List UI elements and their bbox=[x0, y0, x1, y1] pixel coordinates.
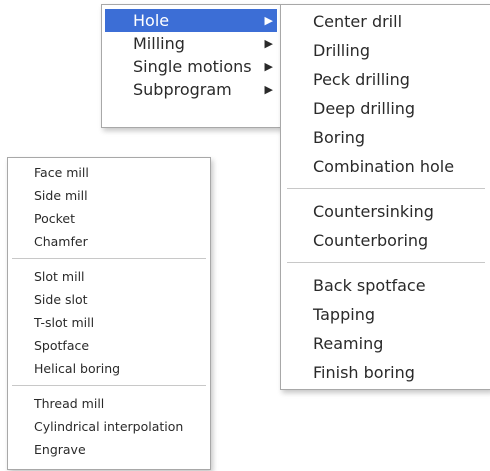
menu-separator bbox=[287, 188, 485, 189]
menu-separator bbox=[12, 385, 206, 386]
menu-separator bbox=[287, 262, 485, 263]
menu-item-pocket[interactable]: Pocket bbox=[8, 207, 210, 230]
menu-item-cylindrical-interpolation[interactable]: Cylindrical interpolation bbox=[8, 415, 210, 438]
hole-submenu: Center drill Drilling Peck drilling Deep… bbox=[280, 4, 490, 390]
menu-item-combination-hole[interactable]: Combination hole bbox=[281, 152, 490, 181]
menu-item-back-spotface[interactable]: Back spotface bbox=[281, 271, 490, 300]
menu-item-engrave[interactable]: Engrave bbox=[8, 438, 210, 461]
submenu-arrow-icon: ▶ bbox=[264, 14, 273, 27]
menu-item-label: Milling bbox=[133, 34, 185, 53]
menu-item-finish-boring[interactable]: Finish boring bbox=[281, 358, 490, 387]
menu-item-slot-mill[interactable]: Slot mill bbox=[8, 265, 210, 288]
menu-item-peck-drilling[interactable]: Peck drilling bbox=[281, 65, 490, 94]
menu-item-hole[interactable]: Hole ▶ bbox=[105, 9, 277, 32]
menu-item-side-slot[interactable]: Side slot bbox=[8, 288, 210, 311]
menu-item-deep-drilling[interactable]: Deep drilling bbox=[281, 94, 490, 123]
menu-item-thread-mill[interactable]: Thread mill bbox=[8, 392, 210, 415]
menu-item-side-mill[interactable]: Side mill bbox=[8, 184, 210, 207]
menu-separator bbox=[12, 258, 206, 259]
menu-item-label: Single motions bbox=[133, 57, 252, 76]
submenu-arrow-icon: ▶ bbox=[264, 60, 273, 73]
menu-item-drilling[interactable]: Drilling bbox=[281, 36, 490, 65]
milling-submenu: Face mill Side mill Pocket Chamfer Slot … bbox=[7, 157, 211, 470]
menu-item-single-motions[interactable]: Single motions ▶ bbox=[105, 55, 277, 78]
menu-item-tapping[interactable]: Tapping bbox=[281, 300, 490, 329]
menu-item-face-mill[interactable]: Face mill bbox=[8, 161, 210, 184]
menu-item-helical-boring[interactable]: Helical boring bbox=[8, 357, 210, 380]
menu-item-countersinking[interactable]: Countersinking bbox=[281, 197, 490, 226]
menu-item-boring[interactable]: Boring bbox=[281, 123, 490, 152]
submenu-arrow-icon: ▶ bbox=[264, 37, 273, 50]
submenu-arrow-icon: ▶ bbox=[264, 83, 273, 96]
menu-item-label: Hole bbox=[133, 11, 170, 30]
menu-item-chamfer[interactable]: Chamfer bbox=[8, 230, 210, 253]
menu-item-counterboring[interactable]: Counterboring bbox=[281, 226, 490, 255]
menu-item-t-slot-mill[interactable]: T-slot mill bbox=[8, 311, 210, 334]
menu-item-center-drill[interactable]: Center drill bbox=[281, 7, 490, 36]
context-menu: Hole ▶ Milling ▶ Single motions ▶ Subpro… bbox=[101, 4, 281, 128]
menu-item-reaming[interactable]: Reaming bbox=[281, 329, 490, 358]
menu-item-milling[interactable]: Milling ▶ bbox=[105, 32, 277, 55]
menu-item-subprogram[interactable]: Subprogram ▶ bbox=[105, 78, 277, 101]
menu-item-spotface[interactable]: Spotface bbox=[8, 334, 210, 357]
menu-item-label: Subprogram bbox=[133, 80, 232, 99]
